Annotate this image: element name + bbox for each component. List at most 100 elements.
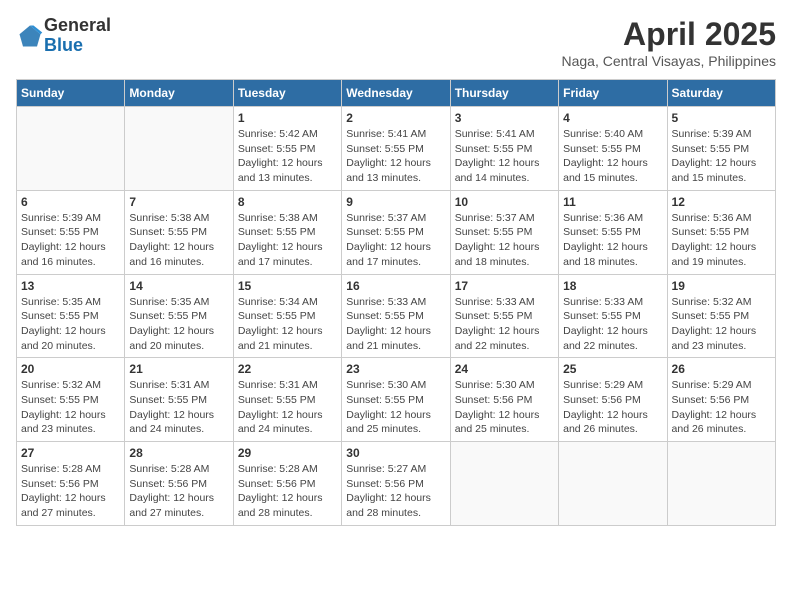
day-info: Sunrise: 5:40 AM Sunset: 5:55 PM Dayligh… [563,127,662,186]
day-number: 27 [21,446,120,460]
day-info: Sunrise: 5:30 AM Sunset: 5:56 PM Dayligh… [455,378,554,437]
calendar-cell [667,442,775,526]
calendar-cell: 26Sunrise: 5:29 AM Sunset: 5:56 PM Dayli… [667,358,775,442]
day-info: Sunrise: 5:36 AM Sunset: 5:55 PM Dayligh… [563,211,662,270]
calendar-cell: 18 Sunrise: 5:33 AM Sunset: 5:55 PM Dayli… [559,274,667,358]
calendar-cell [17,107,125,191]
calendar-week-3: 13 Sunrise: 5:35 AM Sunset: 5:55 PM Dayli… [17,274,776,358]
day-number: 26 [672,362,771,376]
weekday-header-sunday: Sunday [17,80,125,107]
weekday-header-tuesday: Tuesday [233,80,341,107]
logo-general-text: General [44,15,111,35]
day-number: 29 [238,446,337,460]
calendar-cell: 5 Sunrise: 5:39 AM Sunset: 5:55 PM Daylig… [667,107,775,191]
day-info: Sunrise: 5:33 AM Sunset: 5:55 PM Dayligh… [346,295,445,354]
calendar-cell: 21 Sunrise: 5:31 AM Sunset: 5:55 PM Dayli… [125,358,233,442]
weekday-header-wednesday: Wednesday [342,80,450,107]
day-info: Sunrise: 5:41 AM Sunset: 5:55 PM Dayligh… [455,127,554,186]
day-number: 11 [563,195,662,209]
day-info: Sunrise: 5:35 AM Sunset: 5:55 PM Dayligh… [129,295,228,354]
calendar-cell: 12 Sunrise: 5:36 AM Sunset: 5:55 PM Dayli… [667,190,775,274]
day-info: Sunrise: 5:42 AM Sunset: 5:55 PM Dayligh… [238,127,337,186]
calendar-cell: 20 Sunrise: 5:32 AM Sunset: 5:55 PM Dayli… [17,358,125,442]
calendar-cell: 25 Sunrise: 5:29 AM Sunset: 5:56 PM Dayli… [559,358,667,442]
calendar-cell: 17 Sunrise: 5:33 AM Sunset: 5:55 PM Dayli… [450,274,558,358]
calendar-cell: 15Sunrise: 5:34 AM Sunset: 5:55 PM Dayli… [233,274,341,358]
calendar-cell: 28 Sunrise: 5:28 AM Sunset: 5:56 PM Dayli… [125,442,233,526]
day-number: 2 [346,111,445,125]
calendar-cell: 3Sunrise: 5:41 AM Sunset: 5:55 PM Daylig… [450,107,558,191]
day-number: 21 [129,362,228,376]
calendar-cell: 22Sunrise: 5:31 AM Sunset: 5:55 PM Dayli… [233,358,341,442]
day-info: Sunrise: 5:38 AM Sunset: 5:55 PM Dayligh… [129,211,228,270]
logo-blue-text: Blue [44,35,83,55]
calendar-cell: 9 Sunrise: 5:37 AM Sunset: 5:55 PM Daylig… [342,190,450,274]
calendar-week-4: 20 Sunrise: 5:32 AM Sunset: 5:55 PM Dayli… [17,358,776,442]
day-info: Sunrise: 5:28 AM Sunset: 5:56 PM Dayligh… [238,462,337,521]
calendar-cell: 7 Sunrise: 5:38 AM Sunset: 5:55 PM Daylig… [125,190,233,274]
calendar-cell: 24 Sunrise: 5:30 AM Sunset: 5:56 PM Dayli… [450,358,558,442]
day-info: Sunrise: 5:35 AM Sunset: 5:55 PM Dayligh… [21,295,120,354]
weekday-header-monday: Monday [125,80,233,107]
day-number: 12 [672,195,771,209]
day-info: Sunrise: 5:36 AM Sunset: 5:55 PM Dayligh… [672,211,771,270]
day-info: Sunrise: 5:29 AM Sunset: 5:56 PM Dayligh… [563,378,662,437]
day-info: Sunrise: 5:37 AM Sunset: 5:55 PM Dayligh… [346,211,445,270]
day-info: Sunrise: 5:33 AM Sunset: 5:55 PM Dayligh… [455,295,554,354]
day-info: Sunrise: 5:39 AM Sunset: 5:55 PM Dayligh… [672,127,771,186]
calendar-cell: 4 Sunrise: 5:40 AM Sunset: 5:55 PM Daylig… [559,107,667,191]
day-number: 18 [563,279,662,293]
day-number: 17 [455,279,554,293]
calendar-cell: 10 Sunrise: 5:37 AM Sunset: 5:55 PM Dayli… [450,190,558,274]
day-number: 1 [238,111,337,125]
day-info: Sunrise: 5:31 AM Sunset: 5:55 PM Dayligh… [129,378,228,437]
calendar-cell: 2Sunrise: 5:41 AM Sunset: 5:55 PM Daylig… [342,107,450,191]
day-info: Sunrise: 5:27 AM Sunset: 5:56 PM Dayligh… [346,462,445,521]
calendar-week-1: 1 Sunrise: 5:42 AM Sunset: 5:55 PM Daylig… [17,107,776,191]
calendar-cell: 19Sunrise: 5:32 AM Sunset: 5:55 PM Dayli… [667,274,775,358]
day-number: 9 [346,195,445,209]
weekday-header-row: SundayMondayTuesdayWednesdayThursdayFrid… [17,80,776,107]
calendar-cell: 11 Sunrise: 5:36 AM Sunset: 5:55 PM Dayli… [559,190,667,274]
calendar-cell: 1 Sunrise: 5:42 AM Sunset: 5:55 PM Daylig… [233,107,341,191]
day-info: Sunrise: 5:32 AM Sunset: 5:55 PM Dayligh… [21,378,120,437]
day-number: 28 [129,446,228,460]
day-number: 4 [563,111,662,125]
day-info: Sunrise: 5:39 AM Sunset: 5:55 PM Dayligh… [21,211,120,270]
title-area: April 2025 Naga, Central Visayas, Philip… [561,16,776,69]
calendar-cell: 6 Sunrise: 5:39 AM Sunset: 5:55 PM Daylig… [17,190,125,274]
day-number: 10 [455,195,554,209]
day-number: 8 [238,195,337,209]
day-number: 25 [563,362,662,376]
day-number: 15 [238,279,337,293]
page-header: General Blue April 2025 Naga, Central Vi… [16,16,776,69]
day-info: Sunrise: 5:37 AM Sunset: 5:55 PM Dayligh… [455,211,554,270]
day-number: 5 [672,111,771,125]
day-info: Sunrise: 5:28 AM Sunset: 5:56 PM Dayligh… [129,462,228,521]
calendar-cell: 16 Sunrise: 5:33 AM Sunset: 5:55 PM Dayli… [342,274,450,358]
day-number: 16 [346,279,445,293]
calendar-week-2: 6 Sunrise: 5:39 AM Sunset: 5:55 PM Daylig… [17,190,776,274]
calendar-table: SundayMondayTuesdayWednesdayThursdayFrid… [16,79,776,526]
day-number: 30 [346,446,445,460]
location-subtitle: Naga, Central Visayas, Philippines [561,53,776,69]
day-info: Sunrise: 5:30 AM Sunset: 5:55 PM Dayligh… [346,378,445,437]
calendar-cell: 27 Sunrise: 5:28 AM Sunset: 5:56 PM Dayli… [17,442,125,526]
calendar-cell [559,442,667,526]
day-number: 14 [129,279,228,293]
day-number: 6 [21,195,120,209]
day-number: 13 [21,279,120,293]
day-info: Sunrise: 5:33 AM Sunset: 5:55 PM Dayligh… [563,295,662,354]
calendar-week-5: 27 Sunrise: 5:28 AM Sunset: 5:56 PM Dayli… [17,442,776,526]
month-title: April 2025 [561,16,776,53]
day-number: 24 [455,362,554,376]
day-info: Sunrise: 5:38 AM Sunset: 5:55 PM Dayligh… [238,211,337,270]
calendar-cell: 30 Sunrise: 5:27 AM Sunset: 5:56 PM Dayli… [342,442,450,526]
day-info: Sunrise: 5:28 AM Sunset: 5:56 PM Dayligh… [21,462,120,521]
day-number: 7 [129,195,228,209]
day-info: Sunrise: 5:32 AM Sunset: 5:55 PM Dayligh… [672,295,771,354]
logo-icon [16,22,44,50]
day-number: 20 [21,362,120,376]
calendar-cell: 23Sunrise: 5:30 AM Sunset: 5:55 PM Dayli… [342,358,450,442]
weekday-header-thursday: Thursday [450,80,558,107]
